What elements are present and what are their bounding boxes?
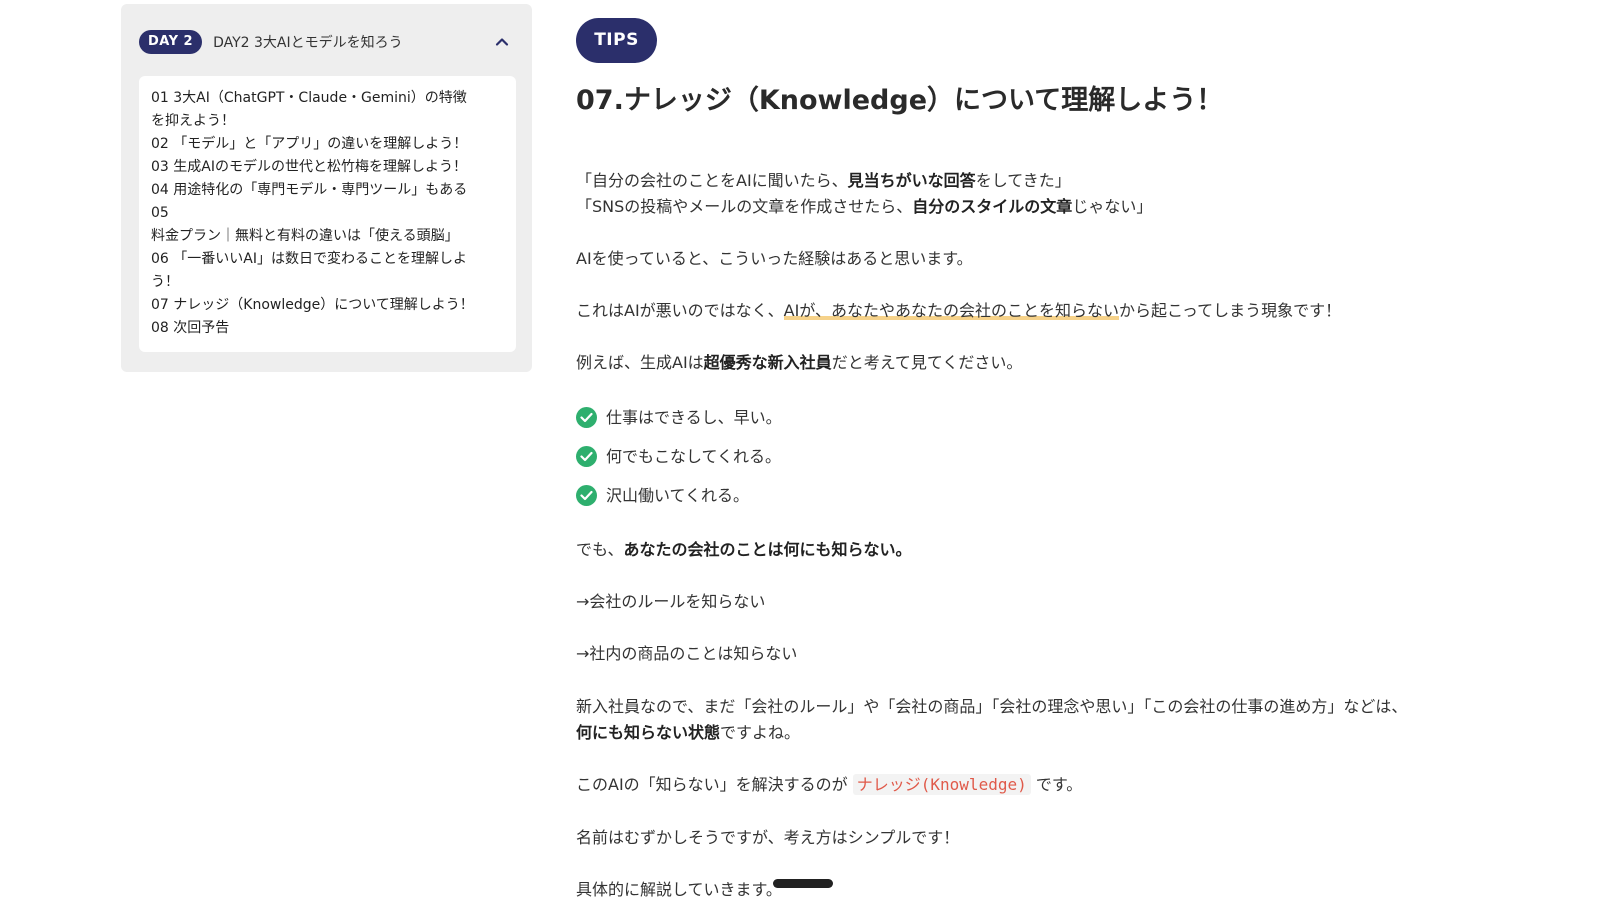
check-item: 仕事はできるし、早い。 xyxy=(576,405,782,431)
lesson-item-08[interactable]: 08 次回予告 xyxy=(151,317,504,340)
lesson-item-03[interactable]: 03 生成AIのモデルの世代と松竹梅を理解しよう！ xyxy=(151,156,504,179)
lesson-list: 01 3大AI（ChatGPT・Claude・Gemini）の特徴 を抑えよう！ … xyxy=(139,76,516,352)
day-section-header[interactable]: DAY 2 DAY2 3大AIとモデルを知ろう xyxy=(139,28,516,56)
knowledge-code: ナレッジ(Knowledge) xyxy=(852,774,1031,795)
highlighted-text: AIが、あなたやあなたの会社のことを知らない xyxy=(783,301,1120,320)
lesson-item-01[interactable]: 01 3大AI（ChatGPT・Claude・Gemini）の特徴 を抑えよう！ xyxy=(151,87,504,133)
paragraph-but: でも、あなたの会社のことは何にも知らない。 xyxy=(576,540,912,559)
check-circle-icon xyxy=(576,407,597,428)
paragraph-rules: →会社のルールを知らない xyxy=(576,592,766,611)
chevron-up-icon[interactable] xyxy=(494,34,510,50)
lesson-item-06[interactable]: 06 「一番いいAI」は数日で変わることを理解しよ う！ xyxy=(151,248,504,294)
check-circle-icon xyxy=(576,446,597,467)
lesson-sidebar: DAY 2 DAY2 3大AIとモデルを知ろう 01 3大AI（ChatGPT・… xyxy=(121,4,532,372)
check-circle-icon xyxy=(576,485,597,506)
paragraph-experience: AIを使っていると、こういった経験はあると思います。 xyxy=(576,249,973,268)
paragraph-example: 例えば、生成AIは超優秀な新入社員だと考えて見てください。 xyxy=(576,353,1023,372)
page-title: 07.ナレッジ（Knowledge）について理解しよう！ xyxy=(576,85,1224,116)
paragraph-reason: これはAIが悪いのではなく、AIが、あなたやあなたの会社のことを知らないから起こ… xyxy=(576,301,1342,320)
paragraph-newhire-1: 新入社員なので、まだ「会社のルール」や「会社の商品」「会社の理念や思い」「この会… xyxy=(576,697,1408,716)
quote-line-2: 「SNSの投稿やメールの文章を作成させたら、自分のスタイルの文章じゃない」 xyxy=(576,197,1153,216)
paragraph-explain: 具体的に解説していきます。 xyxy=(576,880,782,899)
scroll-indicator[interactable] xyxy=(773,879,833,888)
lesson-item-07[interactable]: 07 ナレッジ（Knowledge）について理解しよう！ xyxy=(151,294,504,317)
paragraph-products: →社内の商品のことは知らない xyxy=(576,644,798,663)
lesson-item-04[interactable]: 04 用途特化の「専門モデル・専門ツール」もある xyxy=(151,179,504,202)
day-title: DAY2 3大AIとモデルを知ろう xyxy=(213,35,403,51)
check-item: 何でもこなしてくれる。 xyxy=(576,444,781,470)
check-item: 沢山働いてくれる。 xyxy=(576,483,749,509)
paragraph-simple: 名前はむずかしそうですが、考え方はシンプルです！ xyxy=(576,828,960,847)
day-badge: DAY 2 xyxy=(139,30,203,54)
tips-badge: TIPS xyxy=(576,18,657,63)
quote-line-1: 「自分の会社のことをAIに聞いたら、見当ちがいな回答をしてきた」 xyxy=(576,171,1071,190)
paragraph-newhire-2: 何にも知らない状態ですよね。 xyxy=(576,723,801,742)
lesson-item-02[interactable]: 02 「モデル」と「アプリ」の違いを理解しよう！ xyxy=(151,133,504,156)
paragraph-solution: このAIの「知らない」を解決するのが ナレッジ(Knowledge) です。 xyxy=(576,774,1083,795)
lesson-item-05[interactable]: 05 料金プラン｜無料と有料の違いは「使える頭脳」 xyxy=(151,202,504,248)
